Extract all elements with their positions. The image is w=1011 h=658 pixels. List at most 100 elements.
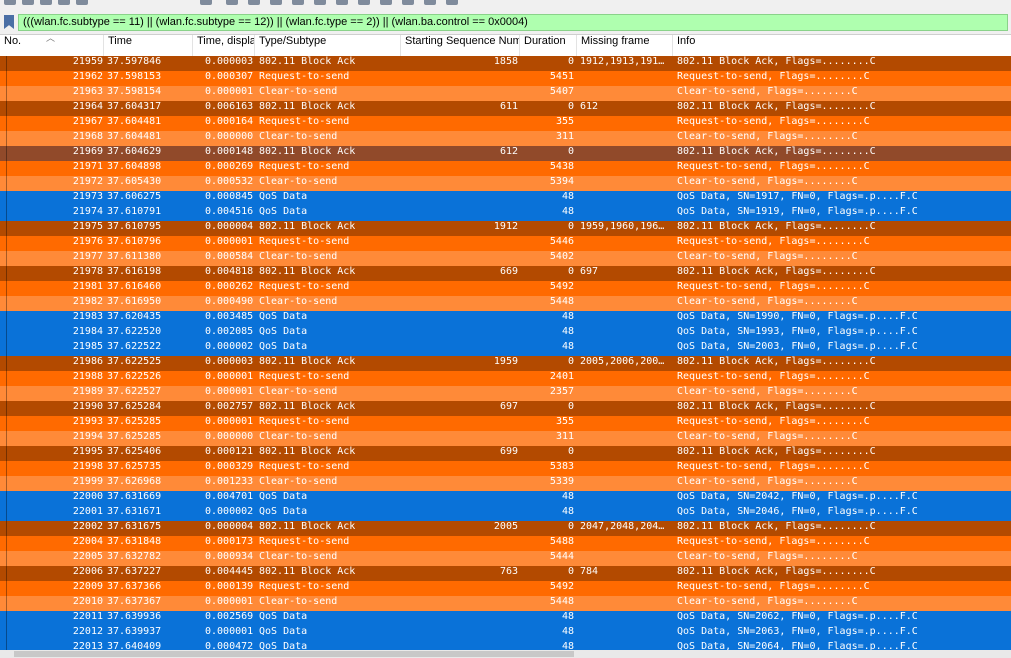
packet-row[interactable]: 21976 37.610796 0.000001 Request-to-send 544… xyxy=(0,236,1011,251)
packet-duration: 5444 xyxy=(549,551,574,562)
packet-time: 37.625285 xyxy=(107,431,162,442)
packet-starting-seq xyxy=(402,251,518,266)
packet-missing-frame xyxy=(580,146,671,161)
packet-row[interactable]: 22001 37.631671 0.000002 QoS Data 48 QoS Data… xyxy=(0,506,1011,521)
packet-row[interactable]: 21978 37.616198 0.004818 802.11 Block Ack 66… xyxy=(0,266,1011,281)
packet-row[interactable]: 21963 37.598154 0.000001 Clear-to-send 5407 C… xyxy=(0,86,1011,101)
display-filter-input[interactable]: (((wlan.fc.subtype == 11) || (wlan.fc.su… xyxy=(18,14,1008,31)
packet-row[interactable]: 21984 37.622520 0.002085 QoS Data 48 QoS Data… xyxy=(0,326,1011,341)
save-file-icon[interactable] xyxy=(22,0,34,5)
packet-row[interactable]: 21985 37.622522 0.000002 QoS Data 48 QoS Data… xyxy=(0,341,1011,356)
packet-row[interactable]: 22013 37.640409 0.000472 QoS Data 48 QoS Data… xyxy=(0,641,1011,650)
packet-starting-seq: 2005 xyxy=(493,521,518,532)
packet-row[interactable]: 21964 37.604317 0.006163 802.11 Block Ack 61… xyxy=(0,101,1011,116)
column-header-starting-sequence-num[interactable]: Starting Sequence Num xyxy=(401,35,520,56)
packet-row[interactable]: 21969 37.604629 0.000148 802.11 Block Ack 61… xyxy=(0,146,1011,161)
go-back-icon[interactable] xyxy=(226,0,238,5)
packet-row[interactable]: 22011 37.639936 0.002569 QoS Data 48 QoS Data… xyxy=(0,611,1011,626)
packet-number: 21990 xyxy=(72,401,103,412)
packet-row[interactable]: 21989 37.622527 0.000001 Clear-to-send 2357 C… xyxy=(0,386,1011,401)
packet-row[interactable]: 21981 37.616460 0.000262 Request-to-send 549… xyxy=(0,281,1011,296)
packet-row[interactable]: 22004 37.631848 0.000173 Request-to-send 548… xyxy=(0,536,1011,551)
column-header-duration[interactable]: Duration xyxy=(520,35,577,56)
packet-row[interactable]: 21982 37.616950 0.000490 Clear-to-send 5448 C… xyxy=(0,296,1011,311)
packet-duration: 48 xyxy=(561,506,574,517)
first-packet-icon[interactable] xyxy=(292,0,304,5)
packet-time: 37.637367 xyxy=(107,596,162,607)
packet-number: 21985 xyxy=(72,341,103,352)
bookmark-icon[interactable] xyxy=(4,15,14,29)
packet-time: 37.622526 xyxy=(107,371,162,382)
packet-row[interactable]: 22000 37.631669 0.004701 QoS Data 48 QoS Data… xyxy=(0,491,1011,506)
packet-starting-seq xyxy=(402,416,518,431)
packet-starting-seq xyxy=(402,461,518,476)
packet-row[interactable]: 21959 37.597846 0.000003 802.11 Block Ack 18… xyxy=(0,56,1011,71)
packet-time: 37.604481 xyxy=(107,131,162,142)
open-file-icon[interactable] xyxy=(4,0,16,5)
packet-row[interactable]: 21990 37.625284 0.002757 802.11 Block Ack 69… xyxy=(0,401,1011,416)
close-file-icon[interactable] xyxy=(40,0,52,5)
packet-number: 21973 xyxy=(72,191,103,202)
packet-row[interactable]: 21986 37.622525 0.000003 802.11 Block Ack 19… xyxy=(0,356,1011,371)
packet-row[interactable]: 22012 37.639937 0.000001 QoS Data 48 QoS Data… xyxy=(0,626,1011,641)
autoscroll-icon[interactable] xyxy=(336,0,348,5)
packet-info: Clear-to-send, Flags=........C xyxy=(677,596,858,607)
resize-columns-icon[interactable] xyxy=(446,0,458,5)
packet-duration: 0 xyxy=(567,521,574,532)
packet-time-delta: 0.000269 xyxy=(205,161,254,172)
packet-row[interactable]: 22009 37.637366 0.000139 Request-to-send 549… xyxy=(0,581,1011,596)
capture-options-icon[interactable] xyxy=(76,0,88,5)
packet-row[interactable]: 21973 37.606275 0.000845 QoS Data 48 QoS Data… xyxy=(0,191,1011,206)
normal-size-icon[interactable] xyxy=(424,0,436,5)
packet-info: Request-to-send, Flags=........C xyxy=(677,161,870,172)
packet-row[interactable]: 21962 37.598153 0.000307 Request-to-send 545… xyxy=(0,71,1011,86)
packet-row[interactable]: 21993 37.625285 0.000001 Request-to-send 355… xyxy=(0,416,1011,431)
column-header-type-subtype[interactable]: Type/Subtype xyxy=(255,35,401,56)
column-header-missing-frame[interactable]: Missing frame xyxy=(577,35,673,56)
go-forward-icon[interactable] xyxy=(248,0,260,5)
zoom-in-icon[interactable] xyxy=(380,0,392,5)
packet-missing-frame xyxy=(580,176,671,191)
packet-time: 37.625735 xyxy=(107,461,162,472)
packet-time: 37.639936 xyxy=(107,611,162,622)
packet-row[interactable]: 21971 37.604898 0.000269 Request-to-send 543… xyxy=(0,161,1011,176)
column-header-time[interactable]: Time xyxy=(104,35,193,56)
packet-row[interactable]: 21977 37.611380 0.000584 Clear-to-send 5402 C… xyxy=(0,251,1011,266)
packet-row[interactable]: 21994 37.625285 0.000000 Clear-to-send 311 Cl… xyxy=(0,431,1011,446)
packet-row[interactable]: 22006 37.637227 0.004445 802.11 Block Ack 76… xyxy=(0,566,1011,581)
packet-type-subtype: Request-to-send xyxy=(259,581,350,592)
packet-row[interactable]: 22005 37.632782 0.000934 Clear-to-send 5444 C… xyxy=(0,551,1011,566)
column-header-info[interactable]: Info xyxy=(673,35,1011,56)
packet-row[interactable]: 22010 37.637367 0.000001 Clear-to-send 5448 C… xyxy=(0,596,1011,611)
packet-time-delta: 0.000001 xyxy=(205,236,254,247)
packet-missing-frame xyxy=(580,326,671,341)
horizontal-scrollbar[interactable] xyxy=(0,650,1011,658)
find-packet-icon[interactable] xyxy=(200,0,212,5)
packet-info: Clear-to-send, Flags=........C xyxy=(677,431,858,442)
packet-row[interactable]: 21988 37.622526 0.000001 Request-to-send 240… xyxy=(0,371,1011,386)
zoom-out-icon[interactable] xyxy=(402,0,414,5)
reload-icon[interactable] xyxy=(58,0,70,5)
packet-row[interactable]: 21972 37.605430 0.000532 Clear-to-send 5394 C… xyxy=(0,176,1011,191)
packet-row[interactable]: 21998 37.625735 0.000329 Request-to-send 538… xyxy=(0,461,1011,476)
scrollbar-thumb[interactable] xyxy=(14,651,574,657)
column-header-time-delta[interactable]: Time, displa xyxy=(193,35,255,56)
packet-row[interactable]: 21983 37.620435 0.003485 QoS Data 48 QoS Data… xyxy=(0,311,1011,326)
packet-missing-frame xyxy=(580,206,671,221)
packet-type-subtype: QoS Data xyxy=(259,191,308,202)
packet-number: 21999 xyxy=(72,476,103,487)
go-to-packet-icon[interactable] xyxy=(270,0,282,5)
packet-row[interactable]: 21968 37.604481 0.000000 Clear-to-send 311 Cl… xyxy=(0,131,1011,146)
packet-time-delta: 0.002757 xyxy=(205,401,254,412)
packet-list[interactable]: 21959 37.597846 0.000003 802.11 Block Ack 18… xyxy=(0,56,1011,650)
last-packet-icon[interactable] xyxy=(314,0,326,5)
packet-row[interactable]: 21967 37.604481 0.000164 Request-to-send 355… xyxy=(0,116,1011,131)
colorize-icon[interactable] xyxy=(358,0,370,5)
packet-row[interactable]: 22002 37.631675 0.000004 802.11 Block Ack 20… xyxy=(0,521,1011,536)
packet-row[interactable]: 21995 37.625406 0.000121 802.11 Block Ack 69… xyxy=(0,446,1011,461)
packet-duration: 0 xyxy=(567,56,574,67)
packet-row[interactable]: 21999 37.626968 0.001233 Clear-to-send 5339 C… xyxy=(0,476,1011,491)
packet-row[interactable]: 21974 37.610791 0.004516 QoS Data 48 QoS Data… xyxy=(0,206,1011,221)
packet-info: 802.11 Block Ack, Flags=........C xyxy=(677,146,876,157)
packet-row[interactable]: 21975 37.610795 0.000004 802.11 Block Ack 19… xyxy=(0,221,1011,236)
